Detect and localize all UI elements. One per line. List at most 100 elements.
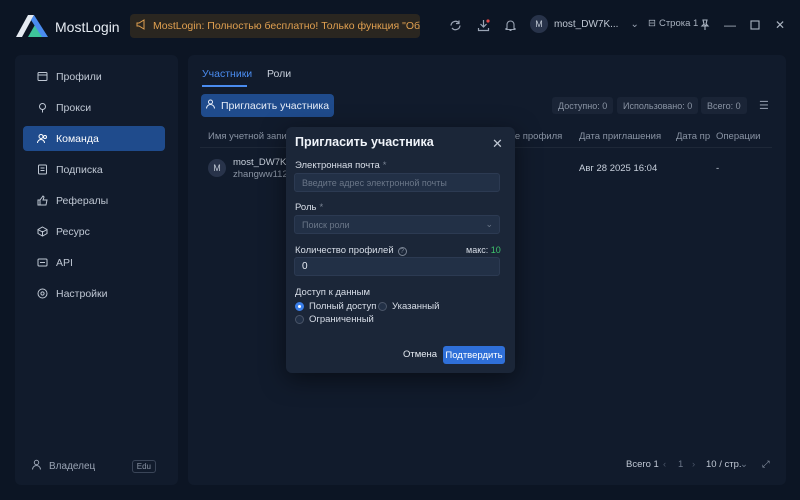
sidebar-item-label: Профили [56,70,102,83]
column-settings-icon[interactable]: ☰ [759,99,769,112]
radio-checked [295,302,304,311]
sidebar-item-resource[interactable]: Ресурс [23,219,165,244]
mostlogin-logo [16,15,48,37]
username: most_DW7K... [554,18,619,30]
invite-member-button[interactable]: Пригласить участника [201,94,334,117]
top-bar: MostLogin MostLogin: Полностью бесплатно… [0,0,800,52]
avatar: M [530,15,548,33]
expand-icon[interactable]: ⤢ [762,459,770,470]
access-full-radio[interactable]: Полный доступ [295,301,376,312]
sidebar-item-team[interactable]: Команда [23,126,165,151]
member-email: zhangww1127 [233,169,294,180]
sidebar-item-referrals[interactable]: Рефералы [23,188,165,213]
maximize-icon[interactable] [748,18,762,32]
user-plus-icon [205,99,216,112]
column-header-operations: Операции [716,131,761,142]
column-header-date: Дата пр [676,131,711,142]
radio-unchecked [378,302,387,311]
chevron-down-icon: ⌄ [485,219,493,229]
role-select[interactable]: Поиск роли ⌄ [294,215,500,234]
member-name: most_DW7KQ [233,157,294,168]
chevron-down-icon: ⌄ [740,459,748,470]
profiles-count-value: 0 [302,261,308,272]
email-placeholder: Введите адрес электронной почты [302,177,447,188]
user-menu[interactable]: M most_DW7K... ⌄ [530,15,639,33]
column-header-account-name: Имя учетной запис [208,131,292,142]
radio-unchecked [295,315,304,324]
pin-icon[interactable] [698,18,712,32]
sidebar-item-subscription[interactable]: Подписка [23,157,165,182]
profiles-count-input[interactable]: 0 [294,257,500,276]
stat-total: Всего: 0 [701,97,747,114]
page-size-select[interactable]: 10 / стр. [706,459,742,470]
team-icon [37,133,48,144]
user-icon [31,459,42,473]
owner-label: Владелец [49,460,96,472]
role-placeholder: Поиск роли [302,219,350,230]
active-tab-indicator [202,85,247,87]
sidebar-item-label: Рефералы [56,194,109,207]
sidebar-item-label: Команда [56,132,99,145]
radio-label: Указанный [392,301,440,312]
tab-roles[interactable]: Роли [267,68,291,80]
column-header-profiles: ые профиля [508,131,563,142]
role-label: Роль * [295,202,324,213]
download-icon[interactable] [476,18,490,32]
sidebar: Профили Прокси Команда Подписка Рефералы… [15,55,178,485]
sidebar-item-label: Прокси [56,101,92,114]
max-profiles: макс: 10 [466,245,501,255]
sidebar-item-settings[interactable]: Настройки [23,281,165,306]
invite-member-dialog: Пригласить участника ✕ Электронная почта… [286,127,515,373]
minimize-icon[interactable]: — [723,18,737,32]
radio-label: Ограниченный [309,314,374,325]
sidebar-item-api[interactable]: API [23,250,165,275]
stat-available: Доступно: 0 [552,97,614,114]
row-selector-label: Строка 1 [658,18,699,29]
help-icon[interactable]: ? [397,247,407,256]
owner-role: Владелец [31,459,95,473]
data-access-label: Доступ к данным [295,287,371,298]
announcement-banner[interactable]: MostLogin: Полностью бесплатно! Только ф… [130,14,420,38]
stat-used: Использовано: 0 [617,97,699,114]
chevron-down-icon: ⌄ [630,18,639,30]
avatar: M [208,159,226,177]
announcement-text: MostLogin: Полностью бесплатно! Только ф… [153,20,420,32]
sidebar-item-label: Подписка [56,163,103,176]
close-icon[interactable]: ✕ [773,18,787,32]
column-header-invite-date: Дата приглашения [579,131,662,142]
dialog-title: Пригласить участника [295,135,434,149]
pagination-page[interactable]: 1 [678,459,683,470]
cancel-button[interactable]: Отмена [403,349,437,360]
pagination-prev-button[interactable]: ‹ [663,459,666,470]
api-icon [37,257,48,268]
sidebar-item-label: Настройки [56,287,108,300]
plan-badge: Edu [131,460,156,473]
access-specified-radio[interactable]: Указанный [378,301,439,312]
email-field[interactable]: Введите адрес электронной почты [294,173,500,192]
tab-members[interactable]: Участники [202,68,252,80]
megaphone-icon [136,19,147,33]
app-title: MostLogin [55,19,120,35]
subscription-icon [37,164,48,175]
access-limited-radio[interactable]: Ограниченный [295,314,374,325]
referral-icon [37,195,48,206]
pagination-total: Всего 1 [626,459,659,470]
sidebar-item-label: API [56,256,73,269]
sidebar-item-profiles[interactable]: Профили [23,64,165,89]
close-icon[interactable]: ✕ [492,136,503,152]
resource-icon [37,226,48,237]
invite-member-label: Пригласить участника [220,99,330,112]
confirm-button[interactable]: Подтвердить [443,346,505,364]
proxy-icon [37,102,48,113]
row-operation: - [716,163,720,174]
bell-icon[interactable] [503,18,517,32]
pagination-next-button[interactable]: › [692,459,695,470]
sidebar-item-label: Ресурс [56,225,90,238]
layout-icon: ⊟ [648,18,656,29]
email-label: Электронная почта * [295,160,387,171]
sidebar-item-proxies[interactable]: Прокси [23,95,165,120]
sync-icon[interactable] [448,18,462,32]
profiles-count-label: Количество профилей? [295,245,407,256]
settings-icon [37,288,48,299]
invite-date: Авг 28 2025 16:04 [579,163,658,174]
